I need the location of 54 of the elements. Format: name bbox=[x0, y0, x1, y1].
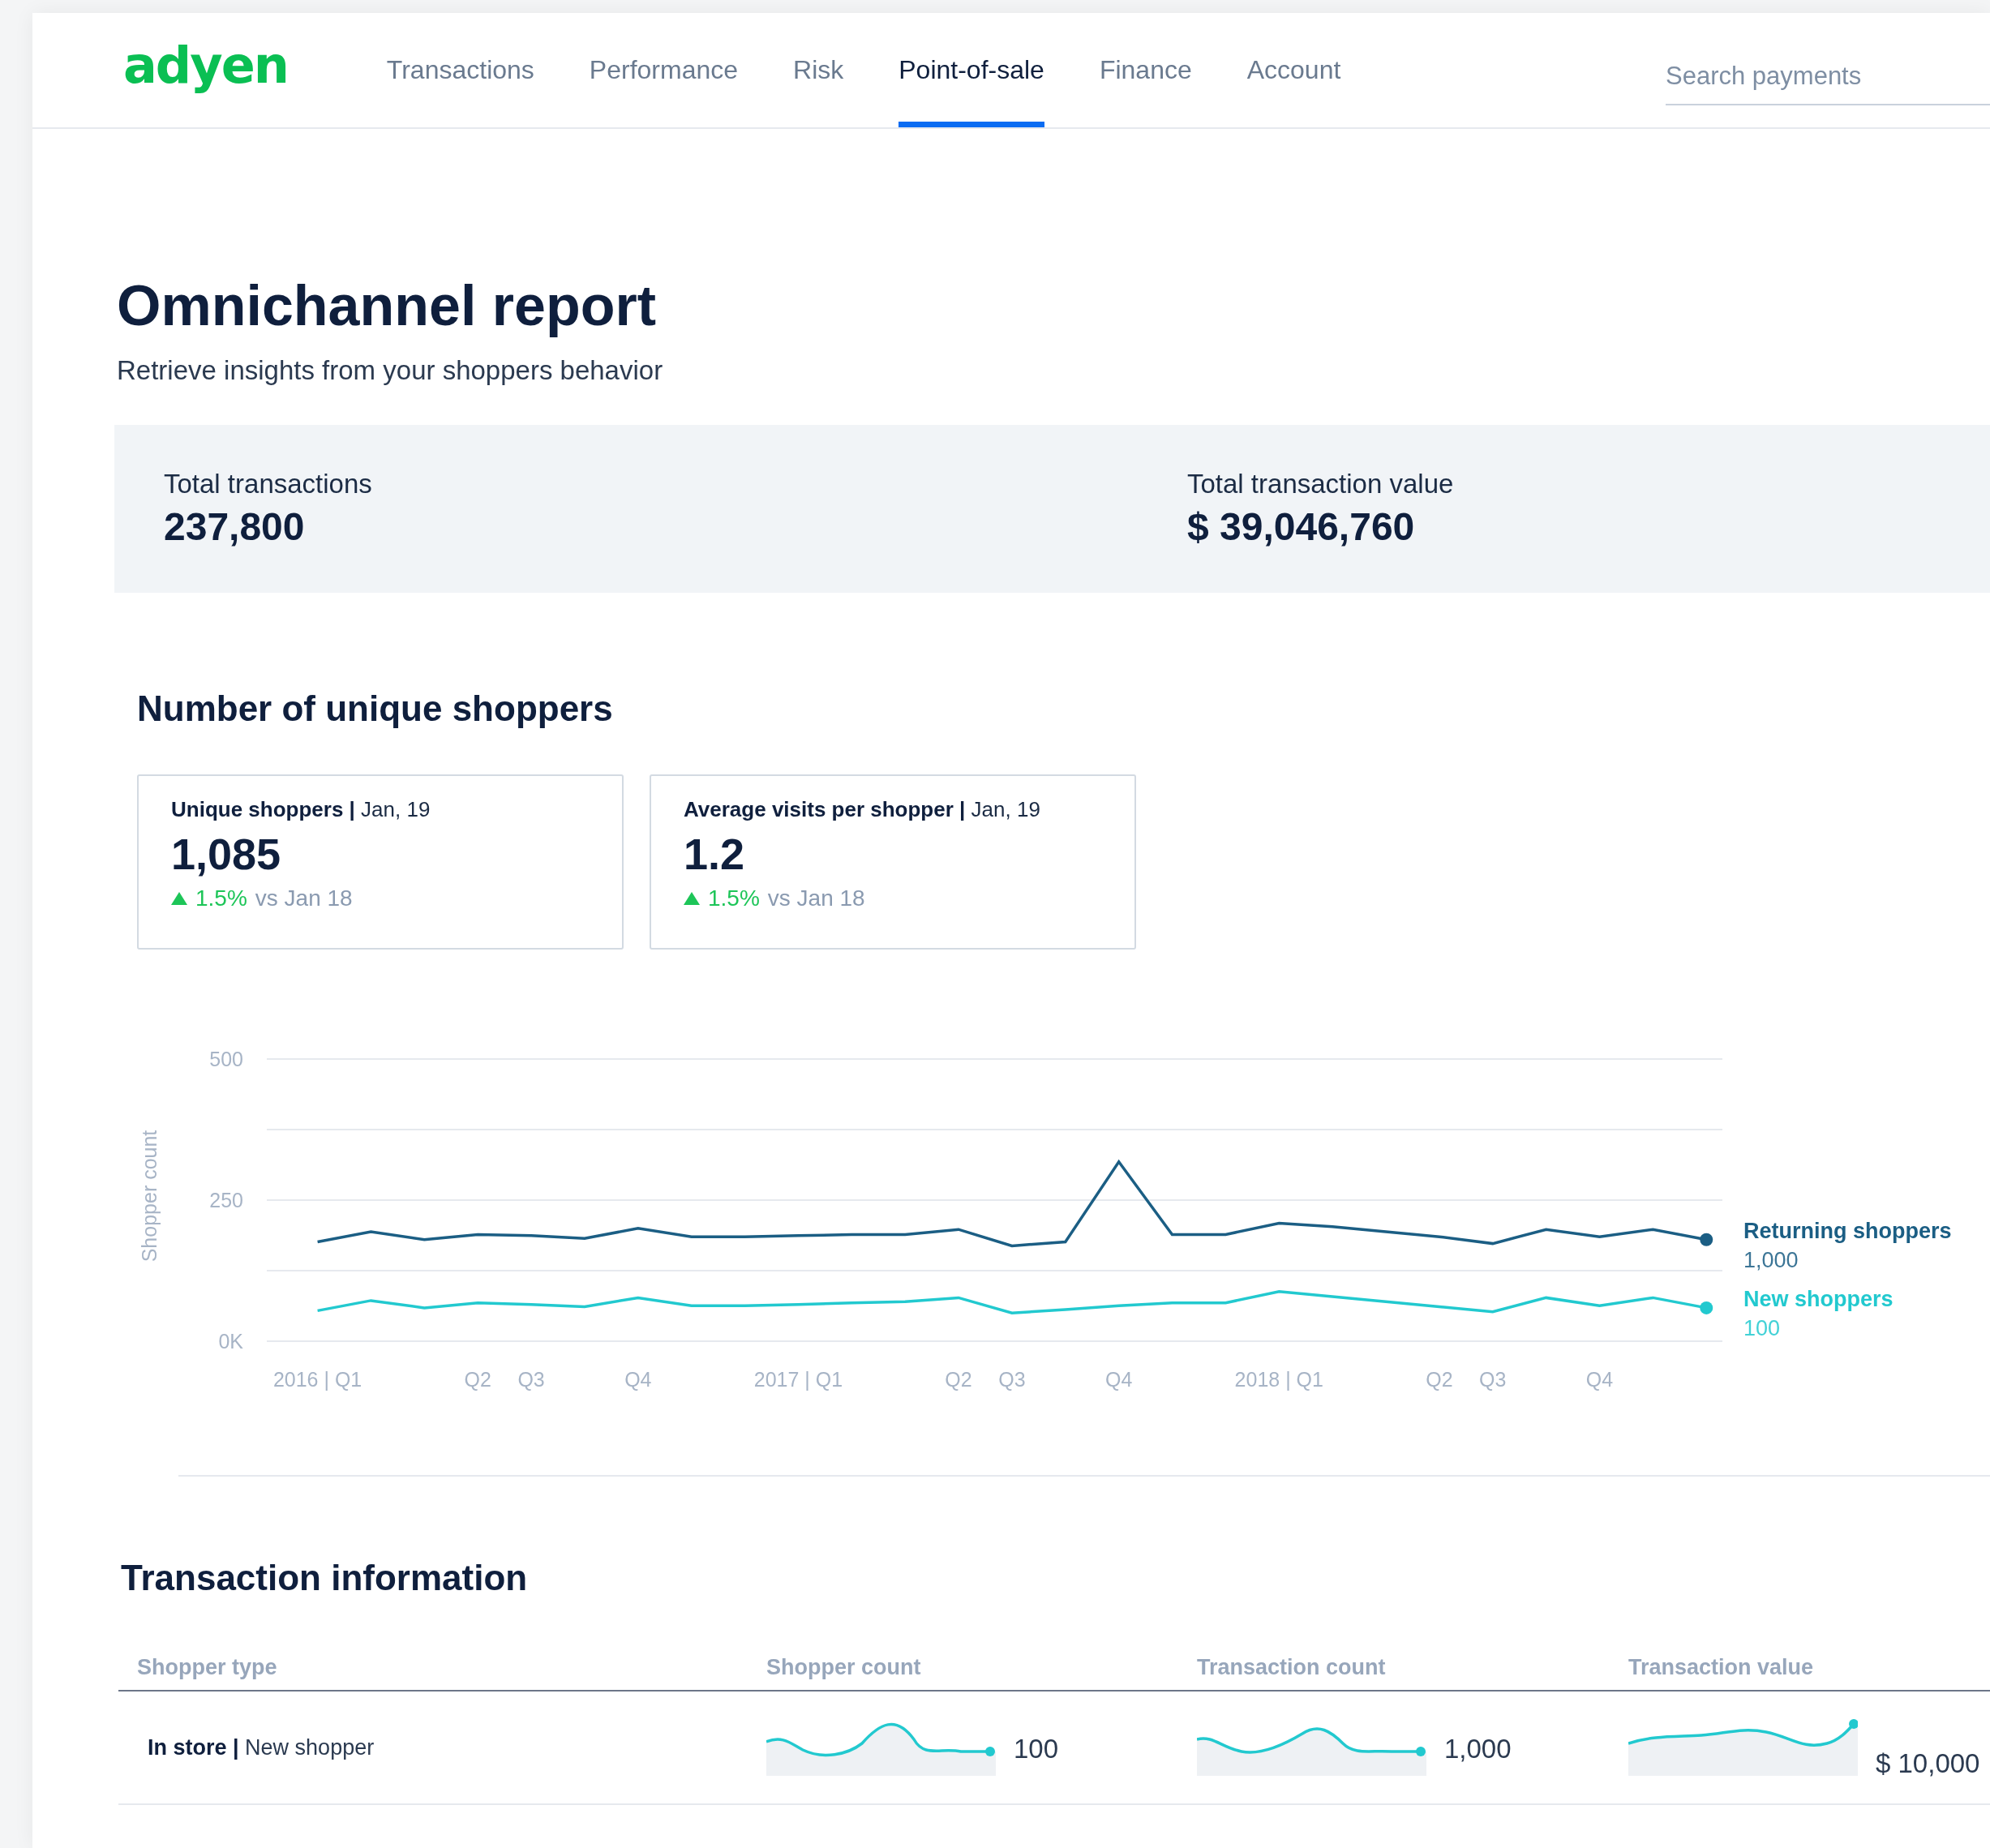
table-cell: 100 bbox=[1014, 1734, 1059, 1764]
summary-label: Total transaction value bbox=[1187, 469, 1455, 500]
summary-value: 237,800 bbox=[164, 504, 306, 549]
column-header: Shopper type bbox=[136, 1655, 278, 1680]
x-tick-label: Q3 bbox=[998, 1368, 1026, 1391]
summary-label: Total transactions bbox=[164, 469, 373, 500]
summary-value: $ 39,046,760 bbox=[1187, 504, 1416, 549]
table-cell: $ 10,000 bbox=[1876, 1748, 1980, 1779]
nav-tab[interactable]: Risk bbox=[793, 13, 844, 127]
nav-tab[interactable]: Account bbox=[1246, 13, 1341, 127]
column-header: Transaction value bbox=[1628, 1655, 1815, 1680]
x-tick-label: Q2 bbox=[1426, 1368, 1453, 1391]
column-header: Transaction count bbox=[1197, 1655, 1387, 1680]
change-percent: 1.5% bbox=[195, 885, 247, 911]
nav-tab[interactable]: Performance bbox=[589, 13, 738, 127]
nav-tab[interactable]: Transactions bbox=[386, 13, 534, 127]
x-tick-label: Q4 bbox=[1104, 1368, 1133, 1391]
column-header: Shopper count bbox=[766, 1655, 922, 1680]
comparison-text: vs Jan 18 bbox=[255, 885, 353, 911]
table-cell-text: In store | New shopper bbox=[147, 1734, 375, 1760]
x-tick-label: Q3 bbox=[1479, 1368, 1507, 1391]
x-tick-label: Q4 bbox=[624, 1368, 652, 1391]
nav-tab[interactable]: Finance bbox=[1099, 13, 1192, 127]
card-title: Average visits per shopper | Jan, 19 bbox=[684, 797, 1041, 822]
table-cell: 1,000 bbox=[1444, 1734, 1512, 1764]
section-heading: Transaction information bbox=[121, 1558, 529, 1598]
x-tick-label: Q3 bbox=[517, 1368, 545, 1391]
page-title: Omnichannel report bbox=[117, 275, 658, 337]
x-tick-label: Q2 bbox=[464, 1368, 491, 1391]
x-tick-label: 2018 | Q1 bbox=[1234, 1368, 1323, 1391]
x-tick-label: Q4 bbox=[1585, 1368, 1614, 1391]
search-field[interactable]: Search payments bbox=[1666, 53, 1990, 105]
y-tick-label: 500 bbox=[209, 1048, 243, 1070]
section-heading: Number of unique shoppers bbox=[137, 688, 614, 729]
y-tick-label: 250 bbox=[209, 1189, 243, 1211]
y-tick-label: 0K bbox=[218, 1330, 243, 1353]
legend-label: New shoppers bbox=[1743, 1286, 1894, 1311]
page-subtitle: Retrieve insights from your shoppers behavior bbox=[117, 355, 664, 386]
x-tick-label: Q2 bbox=[945, 1368, 972, 1391]
card-value: 1.2 bbox=[684, 829, 746, 879]
legend-value: 100 bbox=[1743, 1315, 1781, 1340]
legend-value: 1,000 bbox=[1743, 1247, 1799, 1272]
change-percent: 1.5% bbox=[708, 885, 760, 911]
legend-label: Returning shoppers bbox=[1743, 1218, 1952, 1243]
card-value: 1,085 bbox=[171, 829, 282, 879]
logo[interactable]: adyen bbox=[123, 36, 288, 95]
x-tick-label: 2016 | Q1 bbox=[272, 1368, 362, 1391]
y-axis-title: Shopper count bbox=[138, 1130, 161, 1263]
nav-tab[interactable]: Point-of-sale bbox=[899, 13, 1044, 127]
x-tick-label: 2017 | Q1 bbox=[753, 1368, 843, 1391]
card-title: Unique shoppers | Jan, 19 bbox=[171, 797, 431, 822]
end-point bbox=[1700, 1301, 1713, 1314]
end-point bbox=[1700, 1233, 1713, 1246]
comparison-text: vs Jan 18 bbox=[767, 885, 865, 911]
